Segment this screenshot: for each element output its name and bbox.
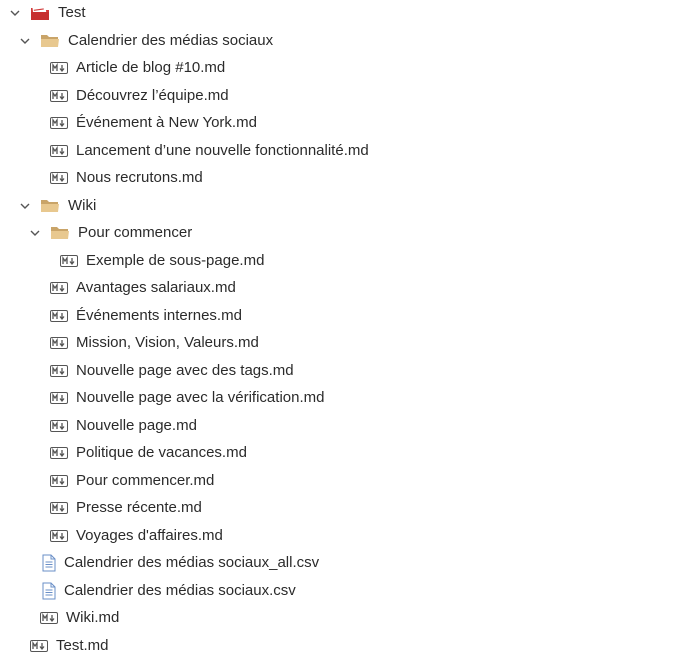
- tree-item-label: Nous recrutons.md: [76, 169, 203, 186]
- tree-item-file[interactable]: Découvrez l’équipe.md: [0, 84, 680, 108]
- tree-item-file[interactable]: Nous recrutons.md: [0, 166, 680, 190]
- tree-item-file[interactable]: Exemple de sous-page.md: [0, 249, 680, 273]
- tree-item-label: Pour commencer.md: [76, 472, 215, 489]
- markdown-icon: [50, 117, 68, 129]
- tree-item-wiki-folder[interactable]: Wiki: [0, 194, 680, 218]
- tree-item-test[interactable]: Test: [0, 1, 680, 25]
- markdown-icon: [50, 337, 68, 349]
- chevron-down-icon[interactable]: [28, 226, 42, 240]
- markdown-icon: [50, 172, 68, 184]
- tree-item-calendrier-folder[interactable]: Calendrier des médias sociaux: [0, 29, 680, 53]
- markdown-icon: [50, 420, 68, 432]
- tree-item-file[interactable]: Mission, Vision, Valeurs.md: [0, 331, 680, 355]
- markdown-icon: [50, 447, 68, 459]
- tree-item-label: Pour commencer: [78, 224, 193, 241]
- tree-item-label: Événements internes.md: [76, 307, 242, 324]
- tree-item-file[interactable]: Lancement d’une nouvelle fonctionnalité.…: [0, 139, 680, 163]
- tree-item-file[interactable]: Presse récente.md: [0, 496, 680, 520]
- document-icon: [42, 582, 56, 600]
- tree-item-label: Wiki.md: [66, 609, 120, 626]
- tree-item-label: Exemple de sous-page.md: [86, 252, 265, 269]
- tree-item-file[interactable]: Test.md: [0, 634, 680, 658]
- tree-item-file[interactable]: Article de blog #10.md: [0, 56, 680, 80]
- tree-item-label: Voyages d'affaires.md: [76, 527, 223, 544]
- markdown-icon: [40, 612, 58, 624]
- tree-item-file[interactable]: Politique de vacances.md: [0, 441, 680, 465]
- book-icon: [30, 5, 50, 21]
- tree-item-label: Calendrier des médias sociaux_all.csv: [64, 554, 320, 571]
- markdown-icon: [50, 145, 68, 157]
- tree-item-file[interactable]: Wiki.md: [0, 606, 680, 630]
- tree-item-file[interactable]: Nouvelle page avec la vérification.md: [0, 386, 680, 410]
- chevron-down-icon[interactable]: [8, 6, 22, 20]
- markdown-icon: [50, 502, 68, 514]
- markdown-icon: [50, 90, 68, 102]
- tree-item-file[interactable]: Pour commencer.md: [0, 469, 680, 493]
- markdown-icon: [50, 365, 68, 377]
- tree-item-label: Presse récente.md: [76, 499, 202, 516]
- document-icon: [42, 554, 56, 572]
- tree-item-file[interactable]: Calendrier des médias sociaux.csv: [0, 579, 680, 603]
- markdown-icon: [50, 310, 68, 322]
- markdown-icon: [50, 392, 68, 404]
- tree-item-label: Calendrier des médias sociaux.csv: [64, 582, 296, 599]
- chevron-down-icon[interactable]: [18, 199, 32, 213]
- folder-icon: [40, 33, 60, 49]
- markdown-icon: [60, 255, 78, 267]
- tree-item-label: Lancement d’une nouvelle fonctionnalité.…: [76, 142, 369, 159]
- markdown-icon: [30, 640, 48, 652]
- tree-item-label: Événement à New York.md: [76, 114, 257, 131]
- file-tree: Test Calendrier des médias sociaux Artic…: [0, 0, 680, 662]
- tree-item-label: Découvrez l’équipe.md: [76, 87, 229, 104]
- tree-item-label: Nouvelle page avec des tags.md: [76, 362, 294, 379]
- tree-item-file[interactable]: Événements internes.md: [0, 304, 680, 328]
- tree-item-label: Calendrier des médias sociaux: [68, 32, 274, 49]
- markdown-icon: [50, 282, 68, 294]
- folder-icon: [50, 225, 70, 241]
- tree-item-file[interactable]: Nouvelle page.md: [0, 414, 680, 438]
- tree-item-label: Wiki: [68, 197, 97, 214]
- tree-item-pour-commencer-folder[interactable]: Pour commencer: [0, 221, 680, 245]
- tree-item-label: Test.md: [56, 637, 109, 654]
- tree-item-file[interactable]: Avantages salariaux.md: [0, 276, 680, 300]
- markdown-icon: [50, 530, 68, 542]
- tree-item-file[interactable]: Événement à New York.md: [0, 111, 680, 135]
- tree-item-label: Nouvelle page avec la vérification.md: [76, 389, 325, 406]
- tree-item-label: Politique de vacances.md: [76, 444, 247, 461]
- folder-icon: [40, 198, 60, 214]
- tree-item-label: Avantages salariaux.md: [76, 279, 236, 296]
- tree-item-file[interactable]: Voyages d'affaires.md: [0, 524, 680, 548]
- markdown-icon: [50, 62, 68, 74]
- tree-item-label: Nouvelle page.md: [76, 417, 197, 434]
- tree-item-file[interactable]: Nouvelle page avec des tags.md: [0, 359, 680, 383]
- markdown-icon: [50, 475, 68, 487]
- tree-item-label: Article de blog #10.md: [76, 59, 226, 76]
- chevron-down-icon[interactable]: [18, 34, 32, 48]
- tree-item-file[interactable]: Calendrier des médias sociaux_all.csv: [0, 551, 680, 575]
- tree-item-label: Test: [58, 4, 86, 21]
- tree-item-label: Mission, Vision, Valeurs.md: [76, 334, 259, 351]
